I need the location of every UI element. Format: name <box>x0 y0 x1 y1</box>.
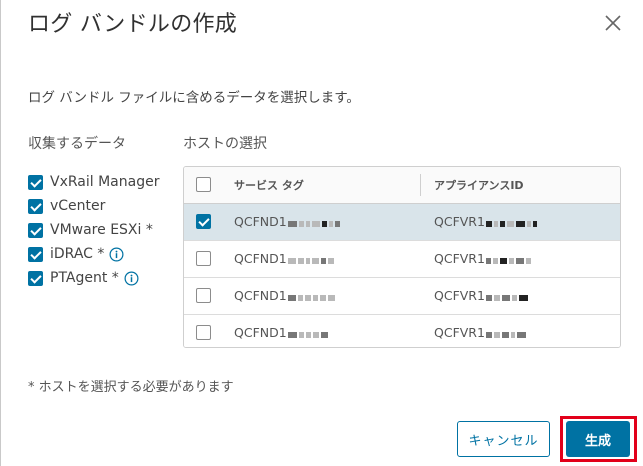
collect-item-idrac[interactable]: iDRAC * <box>28 242 159 266</box>
appliance-id-cell: QCFVR1 <box>434 288 530 304</box>
table-row[interactable]: QCFND1 QCFVR1 <box>184 241 620 278</box>
cancel-button[interactable]: キャンセル <box>457 421 550 457</box>
appliance-id-text: QCFVR1 <box>434 214 485 229</box>
redacted-mark <box>485 326 528 341</box>
appliance-id-cell: QCFVR1 <box>434 251 533 267</box>
dialog-left-border <box>0 0 1 466</box>
collect-item-label: vCenter <box>50 198 106 214</box>
service-tag-text: QCFND1 <box>234 288 287 303</box>
redacted-mark <box>287 289 337 304</box>
service-tag-cell: QCFND1 <box>234 325 330 341</box>
appliance-id-text: QCFVR1 <box>434 325 485 340</box>
vcenter-checkbox[interactable] <box>28 198 43 214</box>
redacted-mark <box>287 252 336 267</box>
column-divider[interactable] <box>420 174 421 196</box>
collect-item-ptagent[interactable]: PTAgent * <box>28 266 159 290</box>
vmware-esxi-checkbox[interactable] <box>28 222 43 238</box>
collect-item-vxrail-manager[interactable]: VxRail Manager <box>28 170 159 194</box>
column-header-service-tag[interactable]: サービス タグ <box>234 177 304 193</box>
collect-item-label: iDRAC * <box>50 246 105 262</box>
required-host-footnote: * ホストを選択する必要があります <box>28 380 234 395</box>
table-row[interactable]: QCFND1 QCFVR1 <box>184 204 620 241</box>
service-tag-text: QCFND1 <box>234 214 287 229</box>
host-selection-table: サービス タグ アプライアンスID QCFND1 QCFVR1 QCFND1 Q… <box>183 166 621 348</box>
dialog-description: ログ バンドル ファイルに含めるデータを選択します。 <box>28 90 360 106</box>
service-tag-text: QCFND1 <box>234 325 287 340</box>
collect-data-list: VxRail Manager vCenter VMware ESXi * iDR… <box>28 170 159 290</box>
redacted-mark <box>485 289 530 304</box>
row-checkbox[interactable] <box>196 288 211 303</box>
dialog-title: ログ バンドルの作成 <box>28 12 238 37</box>
collect-item-label: VMware ESXi * <box>50 222 153 238</box>
service-tag-cell: QCFND1 <box>234 214 342 230</box>
table-row[interactable]: QCFND1 QCFVR1 <box>184 315 620 347</box>
row-checkbox[interactable] <box>196 251 211 266</box>
create-log-bundle-dialog: ログ バンドルの作成 ログ バンドル ファイルに含めるデータを選択します。 収集… <box>0 0 643 466</box>
redacted-mark <box>485 252 533 267</box>
redacted-mark <box>287 215 342 230</box>
close-icon <box>605 15 621 31</box>
collect-item-label: VxRail Manager <box>50 174 160 190</box>
appliance-id-text: QCFVR1 <box>434 288 485 303</box>
appliance-id-cell: QCFVR1 <box>434 214 539 230</box>
collect-item-label: PTAgent * <box>50 270 119 286</box>
table-header: サービス タグ アプライアンスID <box>184 167 620 204</box>
row-checkbox[interactable] <box>196 214 211 229</box>
collect-item-vmware-esxi[interactable]: VMware ESXi * <box>28 218 159 242</box>
redacted-mark <box>485 215 539 230</box>
service-tag-cell: QCFND1 <box>234 251 336 267</box>
vxrail-manager-checkbox[interactable] <box>28 174 43 190</box>
close-button[interactable] <box>602 12 624 34</box>
info-icon[interactable] <box>124 271 139 286</box>
idrac-checkbox[interactable] <box>28 246 43 262</box>
collect-item-vcenter[interactable]: vCenter <box>28 194 159 218</box>
select-all-checkbox[interactable] <box>196 177 211 192</box>
ptagent-checkbox[interactable] <box>28 270 43 286</box>
collect-data-label: 収集するデータ <box>28 136 126 152</box>
table-row[interactable]: QCFND1 QCFVR1 <box>184 278 620 315</box>
row-checkbox[interactable] <box>196 325 211 340</box>
appliance-id-text: QCFVR1 <box>434 251 485 266</box>
column-header-appliance-id[interactable]: アプライアンスID <box>434 177 524 193</box>
host-selection-label: ホストの選択 <box>183 136 267 152</box>
service-tag-text: QCFND1 <box>234 251 287 266</box>
service-tag-cell: QCFND1 <box>234 288 337 304</box>
redacted-mark <box>287 326 330 341</box>
appliance-id-cell: QCFVR1 <box>434 325 528 341</box>
info-icon[interactable] <box>109 247 124 262</box>
generate-button[interactable]: 生成 <box>566 421 630 457</box>
